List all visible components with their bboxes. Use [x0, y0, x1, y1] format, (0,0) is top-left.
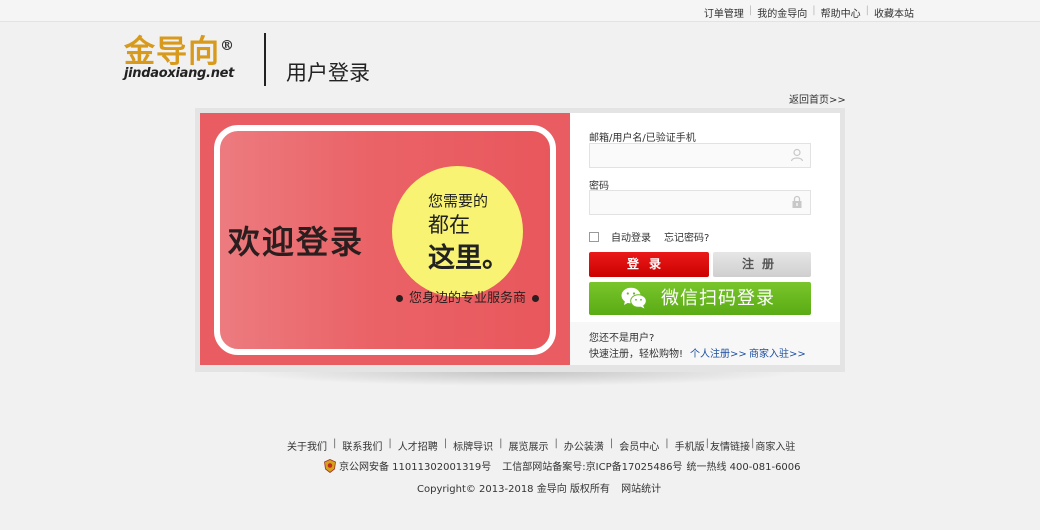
divider: | — [333, 438, 337, 449]
top-bar: 订单管理 | 我的金导向 | 帮助中心 | 收藏本站 — [0, 0, 1040, 22]
login-form: 邮箱/用户名/已验证手机 密码 自动登录 忘记密码? 登录 注册 微信扫码登录 … — [570, 113, 840, 365]
logo-chinese: 金导向® — [124, 34, 235, 70]
divider: | — [865, 5, 869, 16]
divider: | — [748, 5, 753, 16]
divider: | — [751, 438, 755, 449]
site-logo[interactable]: 金导向® jindaoxiang.net — [124, 34, 235, 82]
password-input[interactable] — [589, 190, 811, 215]
divider: | — [554, 438, 558, 449]
not-user-text: 您还不是用户? — [589, 333, 655, 344]
top-link-bookmark[interactable]: 收藏本站 — [874, 5, 914, 20]
footer-link-exhibition[interactable]: 展览展示 — [509, 438, 549, 453]
wechat-login-button[interactable]: 微信扫码登录 — [589, 282, 811, 315]
divider: | — [705, 438, 709, 449]
panel-shadow — [240, 372, 800, 386]
bullet-dot — [532, 295, 540, 302]
user-icon — [790, 148, 804, 162]
bullet-dot — [396, 295, 403, 302]
username-label: 邮箱/用户名/已验证手机 — [589, 133, 696, 144]
top-links: 订单管理 | 我的金导向 | 帮助中心 | 收藏本站 — [704, 5, 914, 20]
wechat-login-label: 微信扫码登录 — [661, 288, 775, 309]
divider: | — [812, 5, 816, 16]
slogan-circle: 您需要的 都在 这里。 — [392, 166, 523, 297]
welcome-heading: 欢迎登录 — [228, 223, 365, 261]
top-link-orders[interactable]: 订单管理 — [704, 5, 744, 20]
footer-link-jobs[interactable]: 人才招聘 — [398, 438, 438, 453]
forgot-password-link[interactable]: 忘记密码? — [664, 229, 709, 244]
slogan-line-3: 这里。 — [428, 243, 509, 274]
divider: | — [665, 438, 669, 449]
icp-record[interactable]: 工信部网站备案号:京ICP备17025486号 — [502, 458, 682, 473]
lock-icon — [792, 195, 802, 208]
remember-row: 自动登录 忘记密码? — [589, 229, 709, 244]
footer-link-contact[interactable]: 联系我们 — [342, 438, 382, 453]
footer-link-member[interactable]: 会员中心 — [619, 438, 659, 453]
top-link-help[interactable]: 帮助中心 — [821, 5, 861, 20]
slogan-line-2: 都在 — [428, 213, 470, 237]
police-badge-icon — [324, 458, 336, 473]
hotline: 统一热线 400-081-6006 — [686, 462, 801, 473]
divider: | — [499, 438, 503, 449]
police-record[interactable]: 京公网安备 11011302001319号 — [339, 458, 491, 473]
username-input[interactable] — [589, 143, 811, 168]
register-button[interactable]: 注册 — [713, 252, 811, 277]
footer-links: 关于我们 | 联系我们 | 人才招聘 | 标牌导识 | 展览展示 | 办公装潢 … — [287, 438, 795, 453]
footer-link-signage[interactable]: 标牌导识 — [453, 438, 493, 453]
divider: | — [443, 438, 448, 449]
footer-link-office[interactable]: 办公装潢 — [564, 438, 604, 453]
footer-license: 京公网安备 11011302001319号 工信部网站备案号:京ICP备1702… — [324, 458, 801, 473]
copyright-text: Copyright© 2013-2018 金导向 版权所有 — [417, 484, 610, 495]
personal-register-link[interactable]: 个人注册>> — [690, 345, 747, 360]
page-title: 用户登录 — [286, 61, 370, 85]
welcome-banner: 欢迎登录 您需要的 都在 这里。 您身边的专业服务商 — [200, 113, 570, 365]
login-button[interactable]: 登录 — [589, 252, 709, 277]
back-home-link[interactable]: 返回首页>> — [789, 91, 846, 106]
footer-link-merchant[interactable]: 商家入驻 — [755, 438, 795, 453]
divider: | — [388, 438, 392, 449]
auto-login-label[interactable]: 自动登录 — [611, 229, 651, 244]
footer-link-mobile[interactable]: 手机版 — [675, 438, 705, 453]
slogan-line-1: 您需要的 — [428, 192, 489, 210]
register-prompt: 您还不是用户? 快速注册，轻松购物! 个人注册>> 商家入驻>> — [570, 322, 840, 365]
merchant-register-link[interactable]: 商家入驻>> — [749, 345, 806, 360]
footer-link-about[interactable]: 关于我们 — [287, 438, 327, 453]
logo-divider — [264, 33, 266, 86]
logo-domain: jindaoxiang.net — [124, 66, 235, 81]
banner-tagline: 您身边的专业服务商 — [390, 287, 545, 306]
site-stats-link[interactable]: 网站统计 — [621, 484, 661, 495]
top-link-my-account[interactable]: 我的金导向 — [757, 5, 807, 20]
registered-mark: ® — [220, 38, 235, 54]
wechat-icon — [621, 287, 647, 309]
auto-login-checkbox[interactable] — [589, 231, 599, 242]
divider: | — [609, 438, 614, 449]
footer-link-friends[interactable]: 友情链接 — [710, 438, 750, 453]
footer-copyright: Copyright© 2013-2018 金导向 版权所有 网站统计 — [417, 480, 661, 495]
quick-register-text: 快速注册，轻松购物! — [589, 349, 684, 360]
